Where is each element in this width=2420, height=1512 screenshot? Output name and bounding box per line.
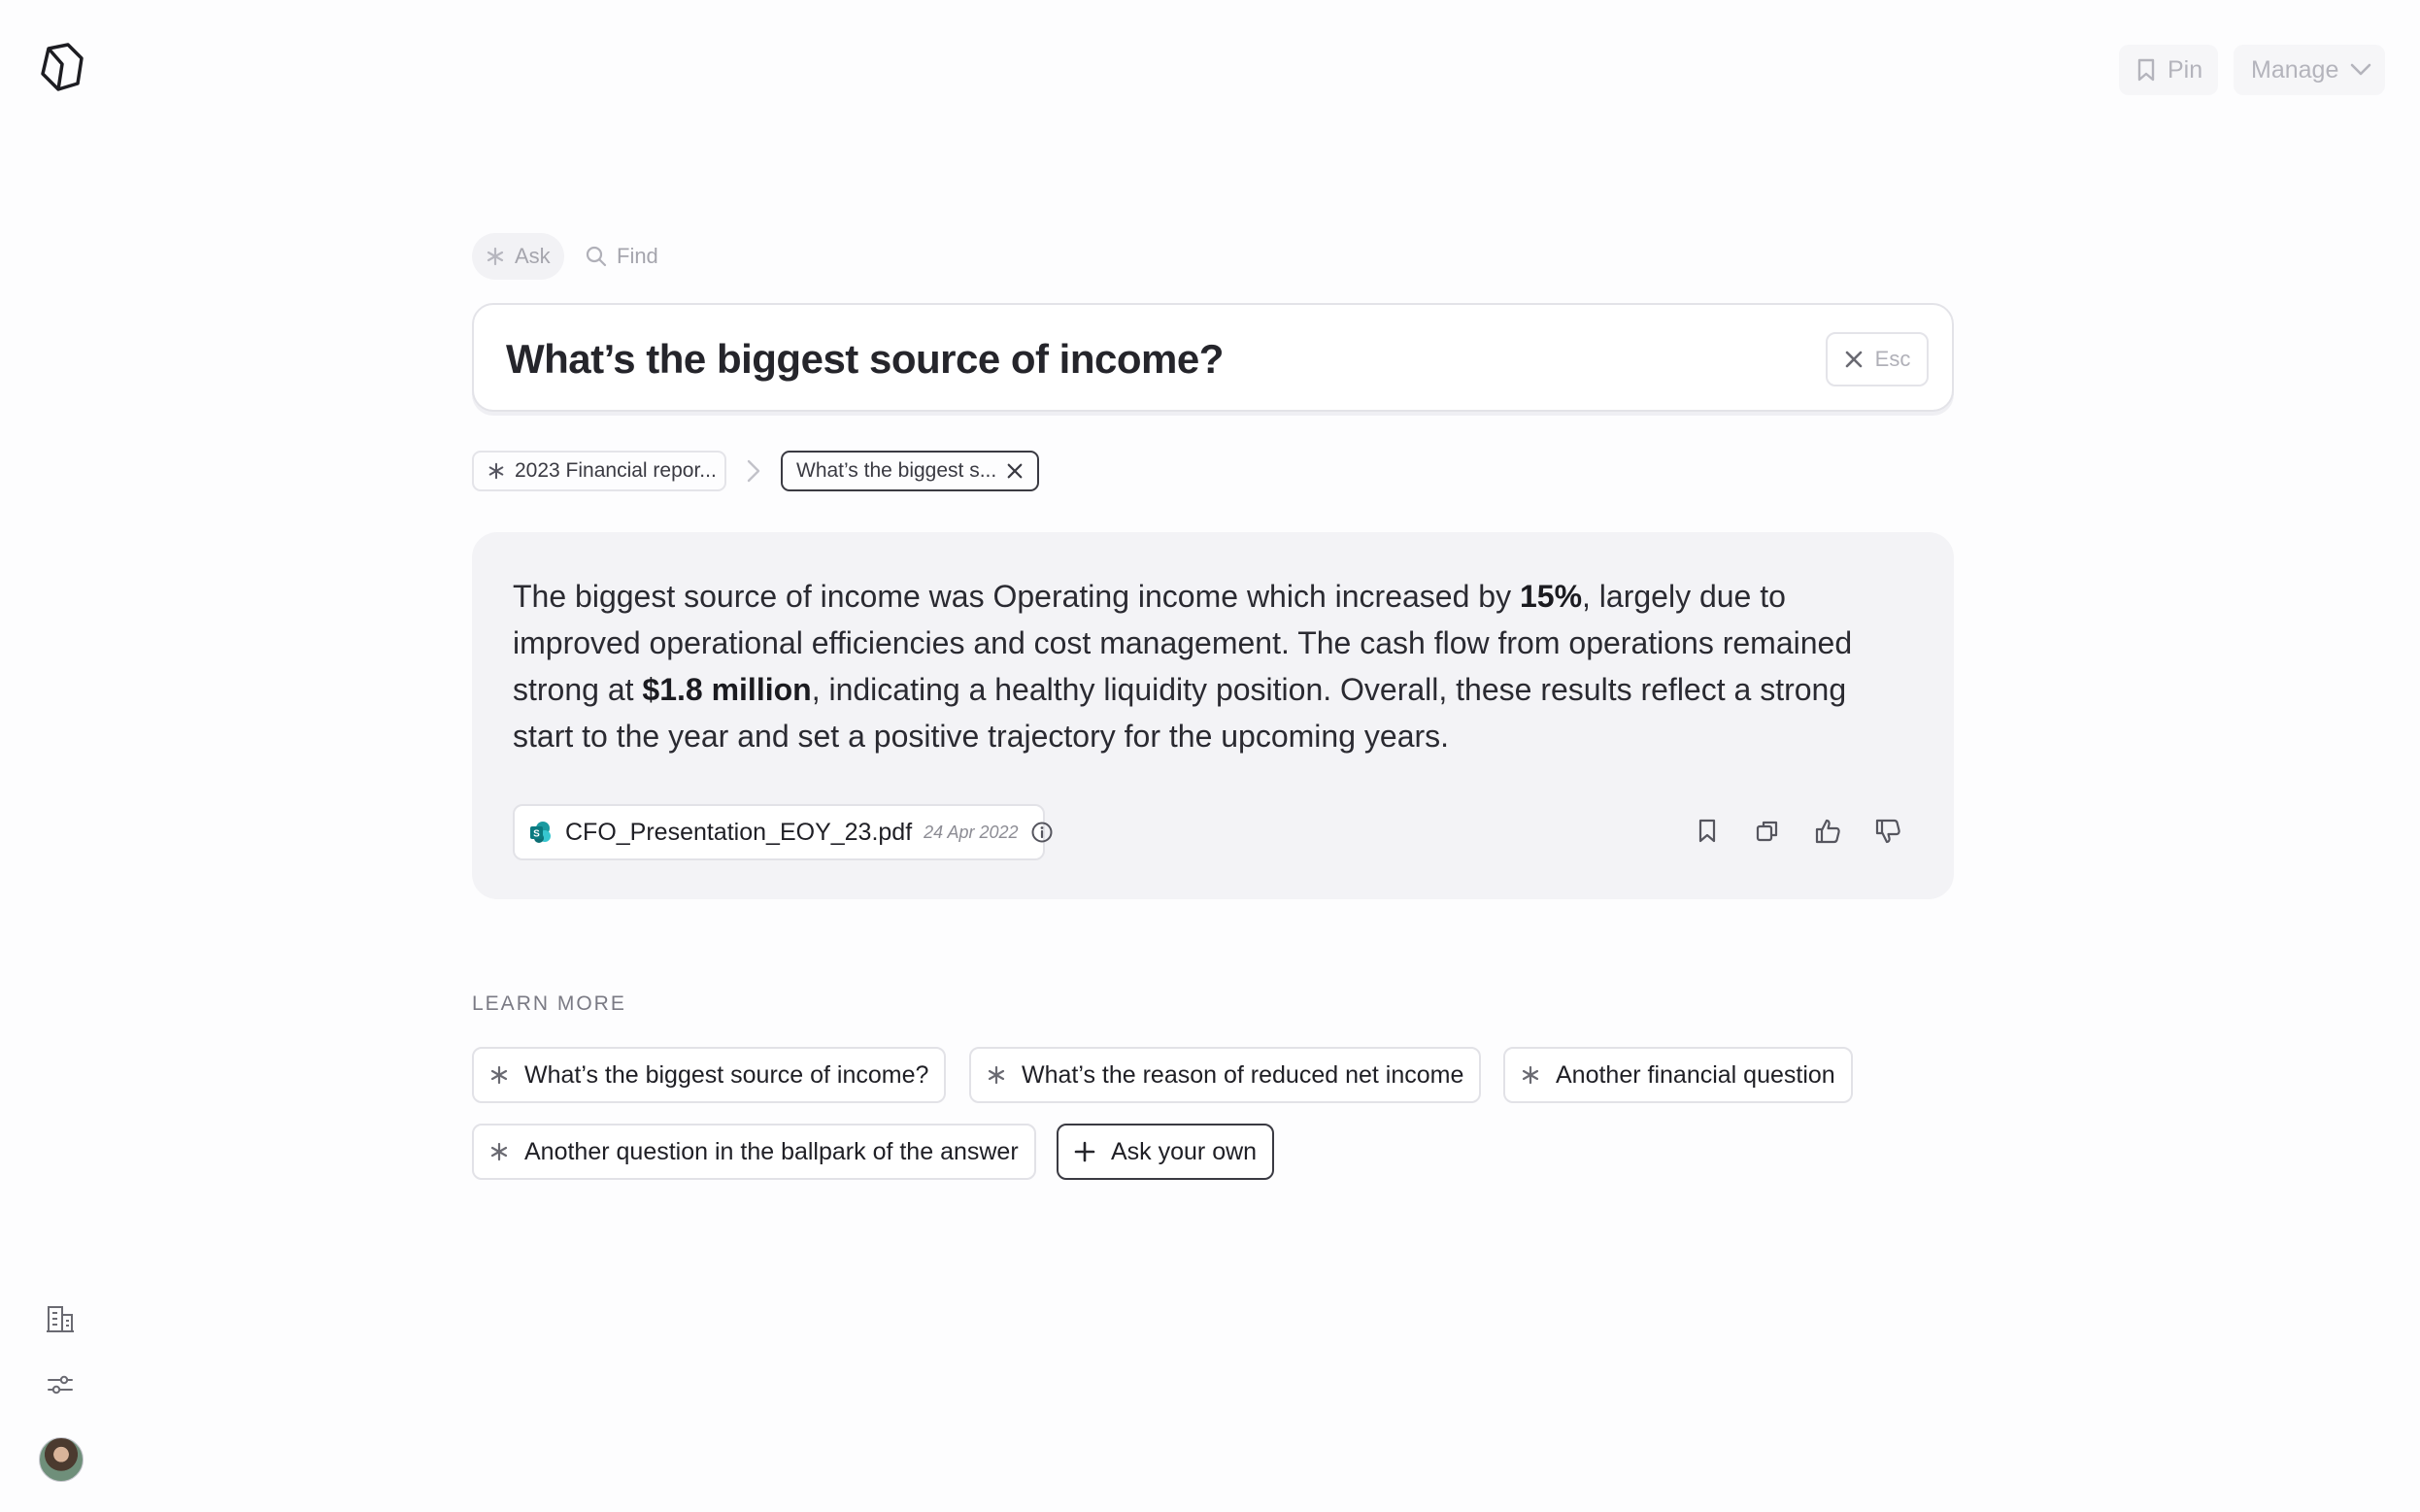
asterisk-icon: [987, 1065, 1006, 1085]
tab-find[interactable]: Find: [572, 233, 672, 280]
source-document-chip[interactable]: S CFO_Presentation_EOY_23.pdf 24 Apr 202…: [513, 804, 1053, 860]
info-icon[interactable]: [1030, 821, 1054, 844]
answer-highlight: 15%: [1519, 579, 1583, 614]
breadcrumb-label: What’s the biggest s...: [796, 459, 997, 482]
svg-text:S: S: [533, 829, 540, 840]
asterisk-icon: [486, 247, 505, 266]
tab-ask[interactable]: Ask: [472, 233, 564, 280]
suggestion-chip[interactable]: Another question in the ballpark of the …: [472, 1124, 1036, 1180]
asterisk-icon: [489, 1142, 509, 1161]
manage-label: Manage: [2251, 55, 2339, 84]
close-icon: [1844, 350, 1864, 369]
learn-more-heading: LEARN MORE: [472, 992, 626, 1015]
pin-label: Pin: [2168, 55, 2203, 84]
chevron-right-icon: [742, 458, 765, 484]
settings-sliders-icon[interactable]: [43, 1367, 78, 1402]
pin-button[interactable]: Pin: [2119, 45, 2218, 95]
suggestion-label: Another financial question: [1556, 1060, 1835, 1089]
asterisk-icon: [489, 1065, 509, 1085]
tab-ask-label: Ask: [515, 244, 551, 268]
breadcrumb-item-question[interactable]: What’s the biggest s...: [781, 451, 1039, 491]
suggestion-label: Another question in the ballpark of the …: [524, 1137, 1019, 1165]
answer-text-part: The biggest source of income was Operati…: [513, 579, 1520, 614]
asterisk-icon: [487, 462, 505, 480]
tab-find-label: Find: [617, 244, 658, 268]
source-date: 24 Apr 2022: [924, 822, 1019, 842]
search-input[interactable]: What’s the biggest source of income? Esc: [472, 303, 1954, 412]
breadcrumb-label: 2023 Financial repor...: [515, 459, 717, 482]
ask-your-own-label: Ask your own: [1111, 1137, 1258, 1165]
asterisk-icon: [1521, 1065, 1540, 1085]
thumbs-up-icon[interactable]: [1812, 816, 1843, 847]
sharepoint-file-icon: S: [528, 820, 554, 845]
answer-text: The biggest source of income was Operati…: [513, 573, 1911, 759]
suggestion-chip[interactable]: What’s the reason of reduced net income: [969, 1047, 1482, 1103]
plus-icon: [1074, 1141, 1095, 1162]
ask-your-own-button[interactable]: Ask your own: [1057, 1124, 1275, 1180]
close-icon[interactable]: [1006, 462, 1024, 480]
search-icon: [586, 246, 607, 267]
building-icon[interactable]: [43, 1301, 78, 1336]
answer-highlight: $1.8 million: [642, 672, 812, 707]
answer-actions: [1692, 816, 1903, 847]
bookmark-icon[interactable]: [1692, 816, 1723, 847]
clear-search-button[interactable]: Esc: [1826, 332, 1929, 386]
source-filename: CFO_Presentation_EOY_23.pdf: [565, 818, 913, 846]
bookmark-icon: [2136, 58, 2156, 82]
manage-dropdown[interactable]: Manage: [2234, 45, 2385, 95]
chevron-down-icon: [2350, 63, 2371, 77]
copy-icon[interactable]: [1752, 816, 1783, 847]
logo-icon[interactable]: [35, 41, 87, 93]
suggestion-label: What’s the biggest source of income?: [524, 1060, 929, 1089]
avatar[interactable]: [39, 1437, 84, 1482]
esc-label: Esc: [1874, 347, 1911, 371]
suggestion-chip[interactable]: What’s the biggest source of income?: [472, 1047, 947, 1103]
thumbs-down-icon[interactable]: [1872, 816, 1903, 847]
answer-card: The biggest source of income was Operati…: [472, 532, 1954, 899]
suggestion-label: What’s the reason of reduced net income: [1022, 1060, 1464, 1089]
suggestion-chip[interactable]: Another financial question: [1503, 1047, 1853, 1103]
search-query[interactable]: What’s the biggest source of income?: [506, 336, 1224, 383]
breadcrumb-item-report[interactable]: 2023 Financial repor...: [472, 451, 726, 491]
